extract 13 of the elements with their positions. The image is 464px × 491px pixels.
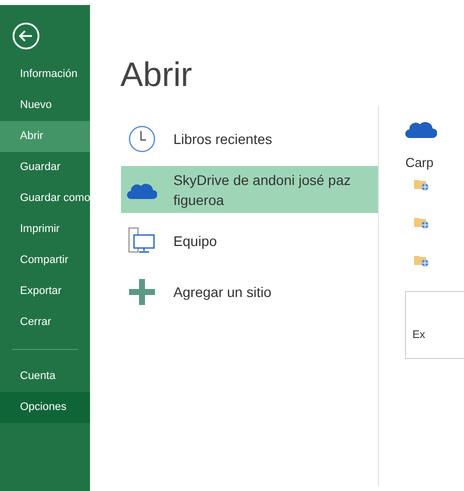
- section-heading: Carp: [405, 154, 434, 172]
- computer-icon: [128, 226, 156, 254]
- location-item[interactable]: Libros recientes: [121, 115, 378, 162]
- back-icon[interactable]: [12, 22, 40, 50]
- browse-button[interactable]: Ex: [405, 290, 464, 358]
- sidebar-item[interactable]: Opciones: [0, 392, 90, 423]
- page-title: Abrir: [120, 58, 194, 92]
- location-item[interactable]: Equipo: [121, 217, 378, 264]
- location-item[interactable]: SkyDrive de andoni josé paz figueroa: [121, 166, 378, 213]
- clock-icon: [128, 124, 156, 152]
- location-item[interactable]: Agregar un sitio: [121, 268, 378, 315]
- sidebar-item[interactable]: Abrir: [0, 121, 90, 152]
- plus-icon: [129, 278, 156, 304]
